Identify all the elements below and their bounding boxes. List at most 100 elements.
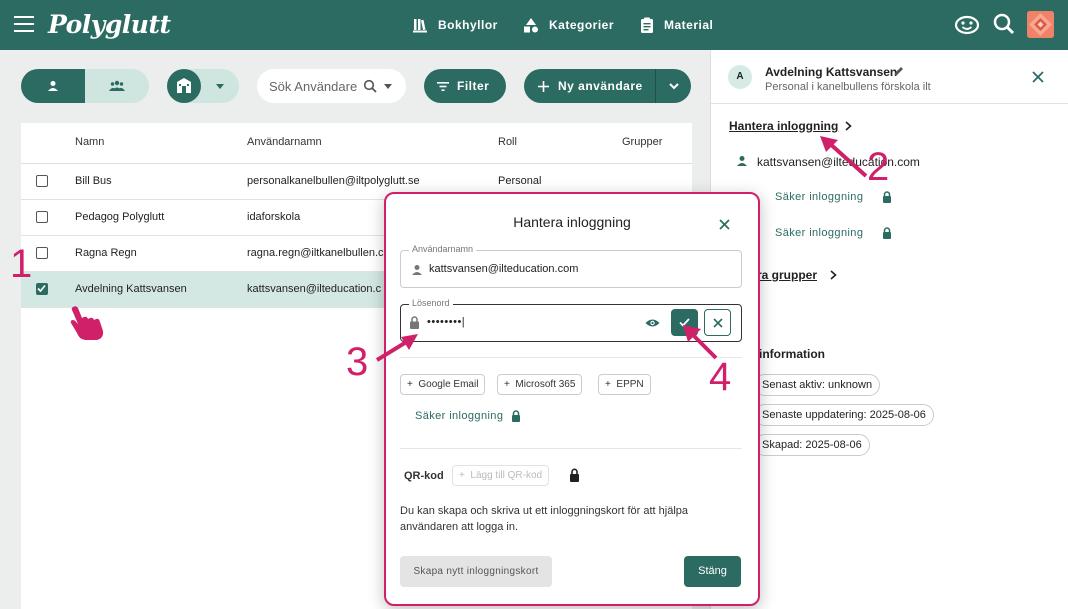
chip-label: Microsoft 365 xyxy=(515,379,576,390)
info-heading: information xyxy=(759,347,825,361)
user-detail-panel xyxy=(710,50,1068,609)
secure-login-link-2[interactable]: Säker inloggning xyxy=(775,227,863,239)
qr-label: QR-kod xyxy=(404,470,444,482)
nav-material[interactable]: Material xyxy=(640,17,713,33)
school-icon xyxy=(177,78,191,93)
add-qr-chip-disabled: + Lägg till QR-kod xyxy=(452,465,550,486)
last-active-badge: Senast aktiv: unknown xyxy=(754,374,881,396)
school-button[interactable] xyxy=(167,69,201,103)
manage-groups-link[interactable]: ra grupper xyxy=(757,268,817,282)
header-role[interactable]: Roll xyxy=(498,136,517,148)
search-icon[interactable] xyxy=(992,12,1016,36)
plus-icon: + xyxy=(504,379,516,390)
user-type-toggle xyxy=(21,69,149,103)
chevron-down-icon xyxy=(384,84,392,89)
hand-pointer-icon xyxy=(70,306,104,340)
divider xyxy=(400,448,742,449)
lock-icon xyxy=(512,410,520,422)
person-icon xyxy=(48,81,58,91)
panel-user-name: Avdelning Kattsvansen xyxy=(765,65,898,79)
cell-name: Ragna Regn xyxy=(75,247,137,259)
add-eppn-chip[interactable]: + EPPN xyxy=(598,374,651,395)
last-updated-badge: Senaste uppdatering: 2025-08-06 xyxy=(754,404,934,426)
cell-username: personalkanelbullen@iltpolyglutt.se xyxy=(247,175,420,187)
row-checkbox[interactable] xyxy=(36,211,48,223)
chevron-right-icon xyxy=(830,270,837,280)
password-value: ••••••••| xyxy=(427,316,466,328)
row-checkbox-checked[interactable] xyxy=(36,283,48,295)
chevron-down-icon[interactable] xyxy=(669,83,679,90)
manage-login-link[interactable]: Hantera inloggning xyxy=(729,119,838,133)
split-divider xyxy=(655,69,656,103)
search-input[interactable]: Sök Användare xyxy=(257,69,406,103)
annotation-arrow-4 xyxy=(683,325,718,360)
plus-icon: + xyxy=(605,379,617,390)
cell-name: Avdelning Kattsvansen xyxy=(75,283,187,295)
toggle-groups[interactable] xyxy=(85,69,149,103)
lock-icon xyxy=(410,316,419,329)
close-icon[interactable] xyxy=(719,219,730,230)
manage-login-dialog: Hantera inloggning Användarnamn kattsvan… xyxy=(384,192,760,606)
school-select[interactable] xyxy=(167,69,239,103)
nav-categories-label: Kategorier xyxy=(549,18,615,32)
bookshelf-icon xyxy=(413,19,427,33)
cell-username: ragna.regn@iltkanelbullen.c xyxy=(247,247,384,259)
cell-username: kattsvansen@ilteducation.c xyxy=(247,283,382,295)
panel-avatar: A xyxy=(728,65,752,89)
create-login-card-button[interactable]: Skapa nytt inloggningskort xyxy=(400,556,552,587)
nav-bookshelves[interactable]: Bokhyllor xyxy=(412,17,498,33)
cell-name: Pedagog Polyglutt xyxy=(75,211,165,223)
chevron-down-icon xyxy=(216,84,224,89)
close-icon[interactable] xyxy=(1032,71,1044,83)
header-groups[interactable]: Grupper xyxy=(622,136,662,148)
lock-icon xyxy=(570,468,579,482)
filter-button[interactable]: Filter xyxy=(424,69,506,103)
eye-icon[interactable] xyxy=(645,318,660,328)
add-google-email-chip[interactable]: + Google Email xyxy=(400,374,486,395)
secure-login-link-1[interactable]: Säker inloggning xyxy=(775,191,863,203)
group-icon xyxy=(109,80,125,91)
annotation-arrow-3 xyxy=(375,334,418,362)
cell-role: Personal xyxy=(498,175,542,187)
clipboard-icon xyxy=(641,17,653,33)
nav-categories[interactable]: Kategorier xyxy=(523,17,614,33)
annotation-step-3: 3 xyxy=(346,340,369,384)
toggle-single-user[interactable] xyxy=(21,69,85,103)
created-badge: Skapad: 2025-08-06 xyxy=(754,434,870,456)
person-icon xyxy=(412,265,422,275)
search-icon xyxy=(363,79,377,93)
filter-label: Filter xyxy=(457,79,490,93)
plus-icon xyxy=(538,80,549,92)
annotation-arrow-2 xyxy=(820,136,868,178)
menu-icon[interactable] xyxy=(14,16,34,32)
row-checkbox[interactable] xyxy=(36,175,48,187)
dialog-title: Hantera inloggning xyxy=(513,214,631,230)
categories-icon xyxy=(524,18,538,33)
accessibility-icon[interactable] xyxy=(954,12,980,38)
row-checkbox[interactable] xyxy=(36,247,48,259)
annotation-step-1: 1 xyxy=(10,242,33,286)
username-field[interactable]: Användarnamn kattsvansen@ilteducation.co… xyxy=(400,244,742,288)
plus-icon: + xyxy=(459,470,471,481)
username-label: Användarnamn xyxy=(409,244,477,254)
lock-icon xyxy=(883,227,891,239)
add-microsoft-365-chip[interactable]: + Microsoft 365 xyxy=(497,374,583,395)
secure-login-link[interactable]: Säker inloggning xyxy=(415,410,503,422)
chevron-right-icon xyxy=(845,121,852,131)
new-user-button[interactable]: Ny användare xyxy=(524,69,691,103)
cell-name: Bill Bus xyxy=(75,175,112,187)
panel-subtitle: Personal i kanelbullens förskola ilt xyxy=(765,81,931,93)
header-name[interactable]: Namn xyxy=(75,136,104,148)
lock-icon xyxy=(883,191,891,203)
username-value: kattsvansen@ilteducation.com xyxy=(429,263,579,275)
person-icon xyxy=(737,156,747,166)
login-card-description: Du kan skapa och skriva ut ett inloggnin… xyxy=(400,505,688,533)
search-placeholder: Sök Användare xyxy=(269,79,358,94)
edit-pencil-icon[interactable] xyxy=(894,66,904,76)
header-username[interactable]: Användarnamn xyxy=(247,136,322,148)
app-logo[interactable]: Polyglutt xyxy=(48,10,171,39)
chip-label: Lägg till QR-kod xyxy=(470,470,543,481)
close-button[interactable]: Stäng xyxy=(684,556,741,587)
check-icon xyxy=(37,284,46,293)
user-avatar[interactable] xyxy=(1027,11,1054,38)
